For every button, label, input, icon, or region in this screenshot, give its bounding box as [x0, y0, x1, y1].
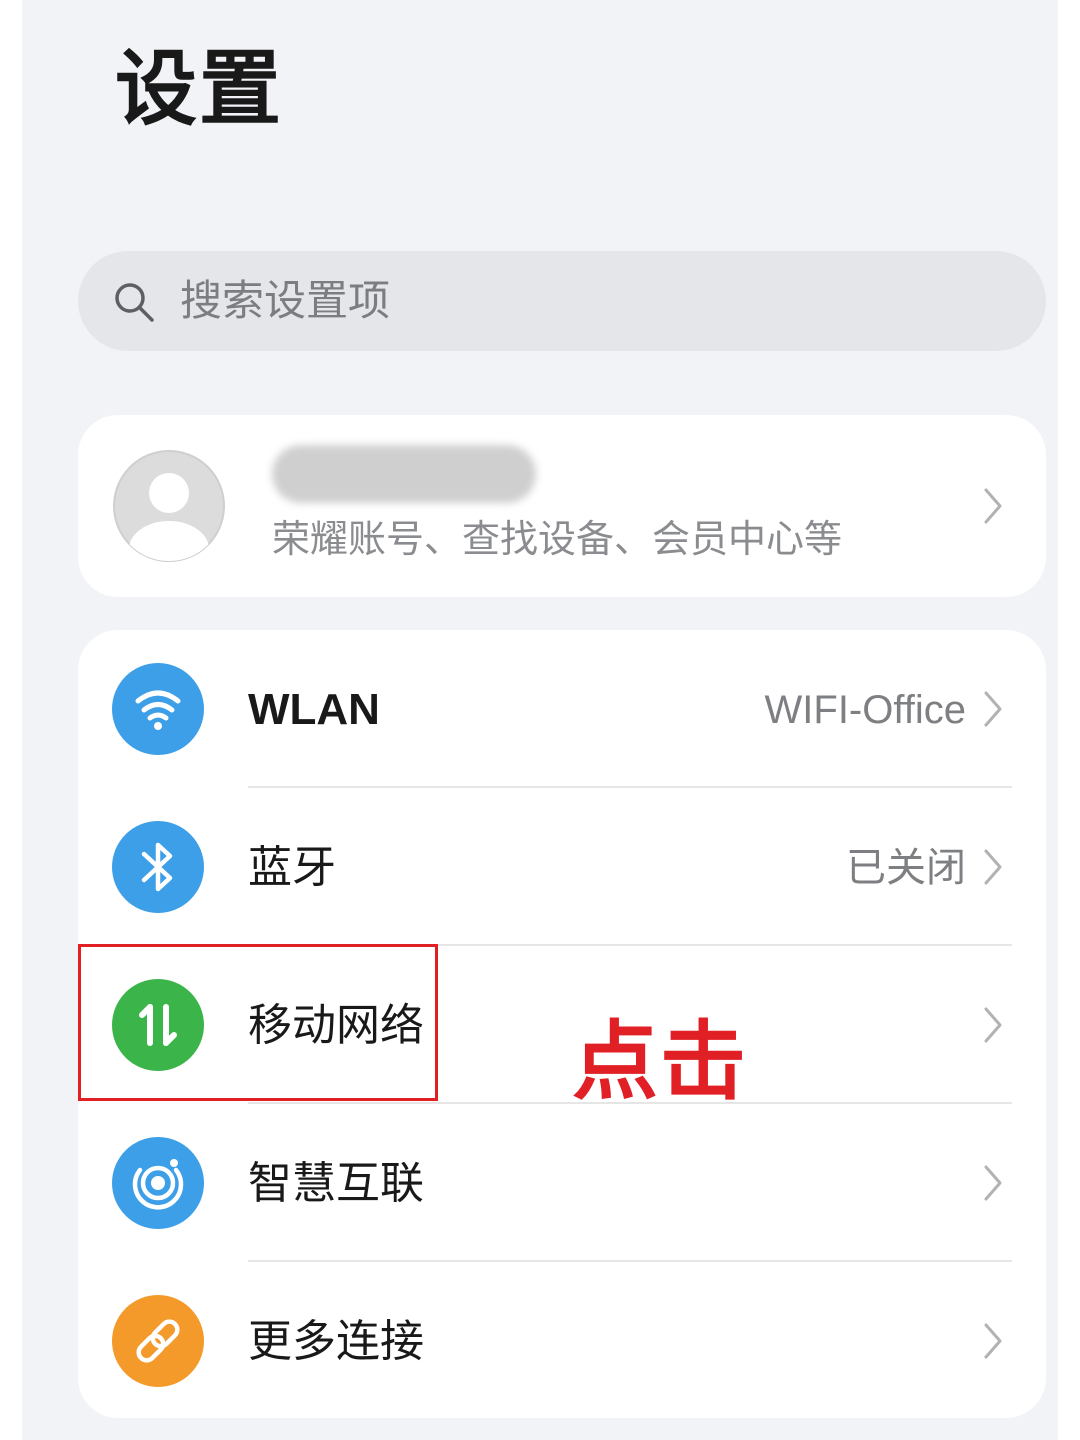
account-name-redacted: [272, 445, 536, 503]
chevron-right-icon: [984, 1007, 1002, 1043]
search-icon: [115, 283, 154, 322]
chevron-right-icon: [984, 691, 1002, 727]
settings-item-more-connections[interactable]: 更多连接: [78, 1262, 1046, 1420]
smart-connect-icon: [112, 1137, 204, 1229]
settings-item-label: 智慧互联: [248, 1158, 424, 1209]
page-title: 设置: [115, 42, 284, 137]
chevron-right-icon: [984, 849, 1002, 885]
chevron-right-icon: [984, 1323, 1002, 1359]
link-icon: [112, 1295, 204, 1387]
settings-item-wlan[interactable]: WLAN WIFI-Office: [78, 630, 1046, 788]
highlight-box: [78, 944, 438, 1101]
settings-item-value: 已关闭: [846, 845, 966, 891]
account-card[interactable]: 荣耀账号、查找设备、会员中心等: [78, 415, 1046, 597]
avatar: [113, 450, 225, 562]
wifi-icon: [112, 663, 204, 755]
settings-item-bluetooth[interactable]: 蓝牙 已关闭: [78, 788, 1046, 946]
account-subtitle: 荣耀账号、查找设备、会员中心等: [272, 517, 843, 561]
chevron-right-icon: [984, 488, 1002, 524]
settings-item-smart-connect[interactable]: 智慧互联: [78, 1104, 1046, 1262]
settings-screen: 设置 搜索设置项 荣耀账号、查找设备、会员中心等 WLAN WIFI-Offic…: [22, 0, 1058, 1440]
bluetooth-icon: [112, 821, 204, 913]
search-bar[interactable]: 搜索设置项: [78, 251, 1046, 351]
annotation-tap-label: 点击: [572, 1012, 748, 1112]
settings-item-label: WLAN: [248, 685, 380, 734]
settings-item-label: 蓝牙: [248, 842, 336, 893]
chevron-right-icon: [984, 1165, 1002, 1201]
settings-item-label: 更多连接: [248, 1316, 424, 1367]
search-placeholder: 搜索设置项: [180, 276, 391, 325]
settings-item-value: WIFI-Office: [764, 688, 966, 732]
